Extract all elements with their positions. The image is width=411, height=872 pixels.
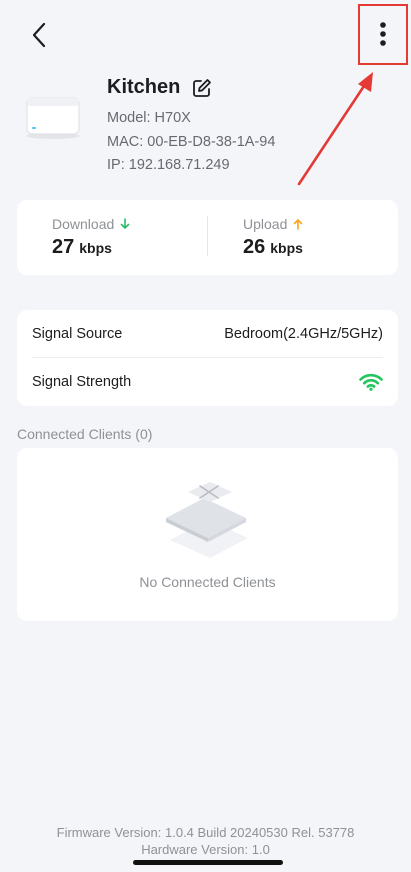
upload-stat: Upload 26 kbps bbox=[243, 216, 303, 259]
device-mac: MAC: 00-EB-D8-38-1A-94 bbox=[107, 134, 276, 150]
signal-source-row[interactable]: Signal Source Bedroom(2.4GHz/5GHz) bbox=[32, 310, 383, 358]
traffic-card: Download 27 kbps Upload 26 kbps bbox=[17, 200, 398, 275]
device-name: Kitchen bbox=[107, 76, 181, 98]
edit-icon bbox=[193, 78, 212, 97]
empty-clients-text: No Connected Clients bbox=[139, 574, 276, 590]
download-label: Download bbox=[52, 216, 115, 232]
back-button[interactable] bbox=[22, 18, 56, 52]
hardware-version: Hardware Version: 1.0 bbox=[141, 842, 270, 857]
signal-strength-row: Signal Strength bbox=[32, 358, 383, 406]
upload-label: Upload bbox=[243, 216, 288, 232]
signal-card: Signal Source Bedroom(2.4GHz/5GHz) Signa… bbox=[17, 310, 398, 406]
edit-name-button[interactable] bbox=[192, 78, 212, 98]
device-name-row: Kitchen bbox=[107, 76, 212, 99]
clients-section-title: Connected Clients (0) bbox=[17, 426, 153, 442]
clients-card: No Connected Clients bbox=[17, 448, 398, 621]
wifi-icon bbox=[359, 373, 383, 391]
signal-source-label: Signal Source bbox=[32, 325, 123, 342]
download-value: 27 bbox=[52, 236, 75, 258]
upload-value: 26 bbox=[243, 236, 266, 258]
device-image bbox=[22, 94, 84, 140]
signal-source-value: Bedroom(2.4GHz/5GHz) bbox=[224, 325, 383, 342]
device-ip: IP: 192.168.71.249 bbox=[107, 157, 230, 173]
download-stat: Download 27 kbps bbox=[52, 216, 130, 259]
empty-clients-illustration bbox=[166, 482, 248, 558]
firmware-version: Firmware Version: 1.0.4 Build 20240530 R… bbox=[56, 825, 355, 840]
upload-unit: kbps bbox=[270, 240, 303, 256]
traffic-divider bbox=[207, 216, 208, 256]
highlight-annotation-box bbox=[358, 4, 408, 65]
download-unit: kbps bbox=[79, 240, 112, 256]
home-indicator bbox=[133, 860, 283, 865]
signal-strength-label: Signal Strength bbox=[32, 374, 132, 390]
arrow-up-icon bbox=[294, 219, 303, 230]
device-model: Model: H70X bbox=[107, 110, 191, 126]
arrow-down-icon bbox=[120, 218, 130, 229]
chevron-left-icon bbox=[32, 22, 46, 48]
